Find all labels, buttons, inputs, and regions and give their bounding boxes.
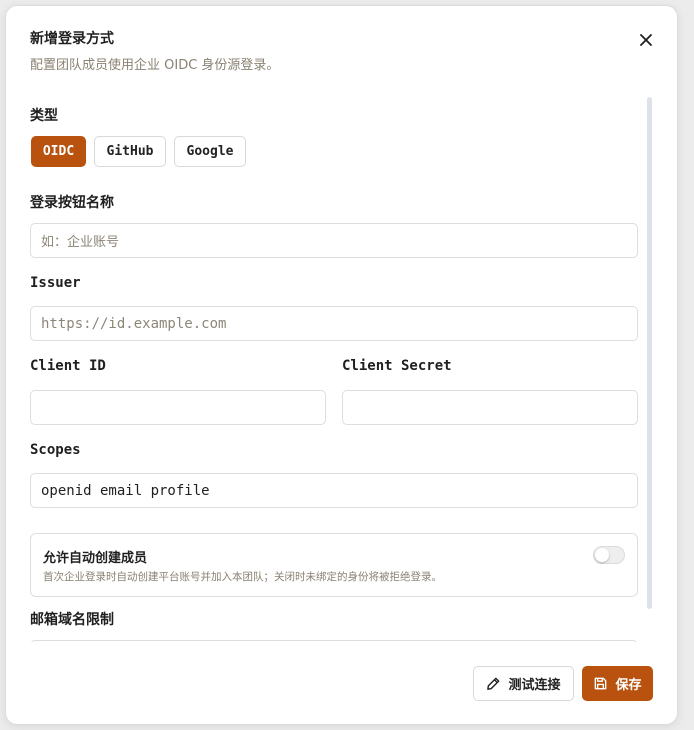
close-icon xyxy=(640,34,652,46)
auto-create-description: 首次企业登录时自动创建平台账号并加入本团队；关闭时未绑定的身份将被拒绝登录。 xyxy=(43,571,442,583)
scopes-input[interactable]: openid email profile xyxy=(30,473,638,508)
issuer-input[interactable]: https://id.example.com xyxy=(30,306,638,341)
test-connection-label: 测试连接 xyxy=(508,678,561,693)
scopes-value: openid email profile xyxy=(41,482,210,499)
dialog-subtitle: 配置团队成员使用企业 OIDC 身份源登录。 xyxy=(30,58,280,73)
type-label: 类型 xyxy=(30,108,58,124)
auto-create-member-card: 允许自动创建成员 首次企业登录时自动创建平台账号并加入本团队；关闭时未绑定的身份… xyxy=(30,533,638,597)
email-domain-input[interactable] xyxy=(30,640,638,642)
pencil-icon xyxy=(487,677,500,690)
client-secret-label: Client Secret xyxy=(342,358,452,374)
client-id-label: Client ID xyxy=(30,358,106,374)
close-button[interactable] xyxy=(634,28,658,52)
issuer-placeholder: https://id.example.com xyxy=(41,315,227,332)
save-button[interactable]: 保存 xyxy=(582,666,653,701)
issuer-label: Issuer xyxy=(30,275,81,291)
test-connection-button[interactable]: 测试连接 xyxy=(473,666,574,701)
save-label: 保存 xyxy=(615,678,642,693)
button-name-placeholder: 如：企业账号 xyxy=(41,235,120,250)
client-id-input[interactable] xyxy=(30,390,326,425)
client-secret-input[interactable] xyxy=(342,390,638,425)
button-name-label: 登录按钮名称 xyxy=(30,195,114,211)
type-option-github[interactable]: GitHub xyxy=(94,136,166,167)
toggle-knob xyxy=(595,548,609,562)
form-scroll-area[interactable]: 类型 OIDC GitHub Google 登录按钮名称 如：企业账号 Issu… xyxy=(6,94,677,642)
scrollbar[interactable] xyxy=(647,97,652,609)
type-option-oidc[interactable]: OIDC xyxy=(31,136,86,167)
save-icon xyxy=(595,677,607,690)
email-domain-label: 邮箱域名限制 xyxy=(30,612,114,628)
scopes-label: Scopes xyxy=(30,442,81,458)
auto-create-title: 允许自动创建成员 xyxy=(43,551,148,566)
type-option-google[interactable]: Google xyxy=(174,136,246,167)
button-name-input[interactable]: 如：企业账号 xyxy=(30,223,638,258)
add-login-method-dialog: 新增登录方式 配置团队成员使用企业 OIDC 身份源登录。 类型 OIDC Gi… xyxy=(5,5,678,725)
auto-create-toggle[interactable] xyxy=(593,546,625,564)
dialog-title: 新增登录方式 xyxy=(30,31,114,47)
